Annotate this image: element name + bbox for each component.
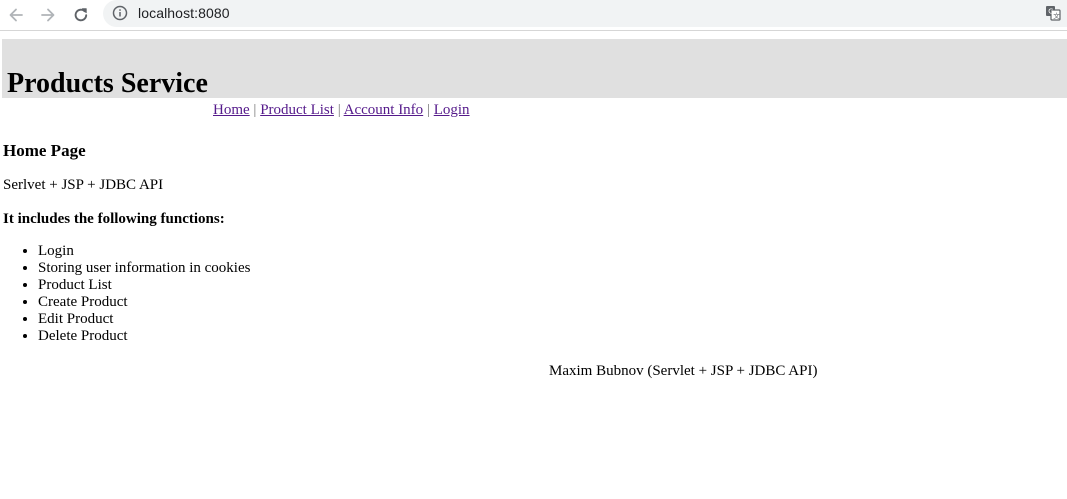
list-item: Product List: [38, 277, 250, 294]
menu-separator: |: [423, 102, 434, 118]
menu-separator: |: [249, 102, 261, 118]
translate-icon[interactable]: G 文: [1045, 5, 1061, 21]
reload-button[interactable]: [69, 3, 93, 27]
list-item: Edit Product: [38, 311, 250, 328]
address-bar[interactable]: localhost:8080 G 文: [103, 0, 1067, 27]
functions-list: Login Storing user information in cookie…: [3, 243, 250, 345]
forward-button[interactable]: [36, 3, 60, 27]
page-footer: Maxim Bubnov (Servlet + JSP + JDBC API): [549, 363, 818, 379]
nav-link-account-info[interactable]: Account Info: [344, 102, 424, 118]
site-header: Products Service: [2, 39, 1067, 98]
nav-link-product-list[interactable]: Product List: [260, 102, 334, 118]
arrow-left-icon: [9, 8, 23, 22]
page-subtitle: Serlvet + JSP + JDBC API: [3, 177, 164, 193]
functions-heading: It includes the following functions:: [3, 211, 225, 227]
page-content: Products Service Home | Product List | A…: [0, 31, 1067, 499]
list-item: Login: [38, 243, 250, 260]
list-item: Create Product: [38, 294, 250, 311]
svg-text:文: 文: [1053, 11, 1060, 20]
nav-menu: Home | Product List | Account Info | Log…: [213, 102, 470, 119]
site-title: Products Service: [7, 68, 208, 99]
reload-icon: [74, 8, 88, 22]
nav-link-login[interactable]: Login: [434, 102, 470, 118]
back-button[interactable]: [4, 3, 28, 27]
page-heading: Home Page: [3, 141, 86, 160]
list-item: Delete Product: [38, 328, 250, 345]
list-item: Storing user information in cookies: [38, 260, 250, 277]
menu-separator: |: [333, 102, 344, 118]
browser-toolbar: localhost:8080 G 文: [0, 0, 1067, 31]
url-text[interactable]: localhost:8080: [138, 5, 230, 21]
main-content: Home Page Serlvet + JSP + JDBC API It in…: [3, 141, 1003, 344]
nav-link-home[interactable]: Home: [213, 102, 250, 118]
arrow-right-icon: [41, 8, 55, 22]
info-icon[interactable]: [112, 5, 128, 21]
